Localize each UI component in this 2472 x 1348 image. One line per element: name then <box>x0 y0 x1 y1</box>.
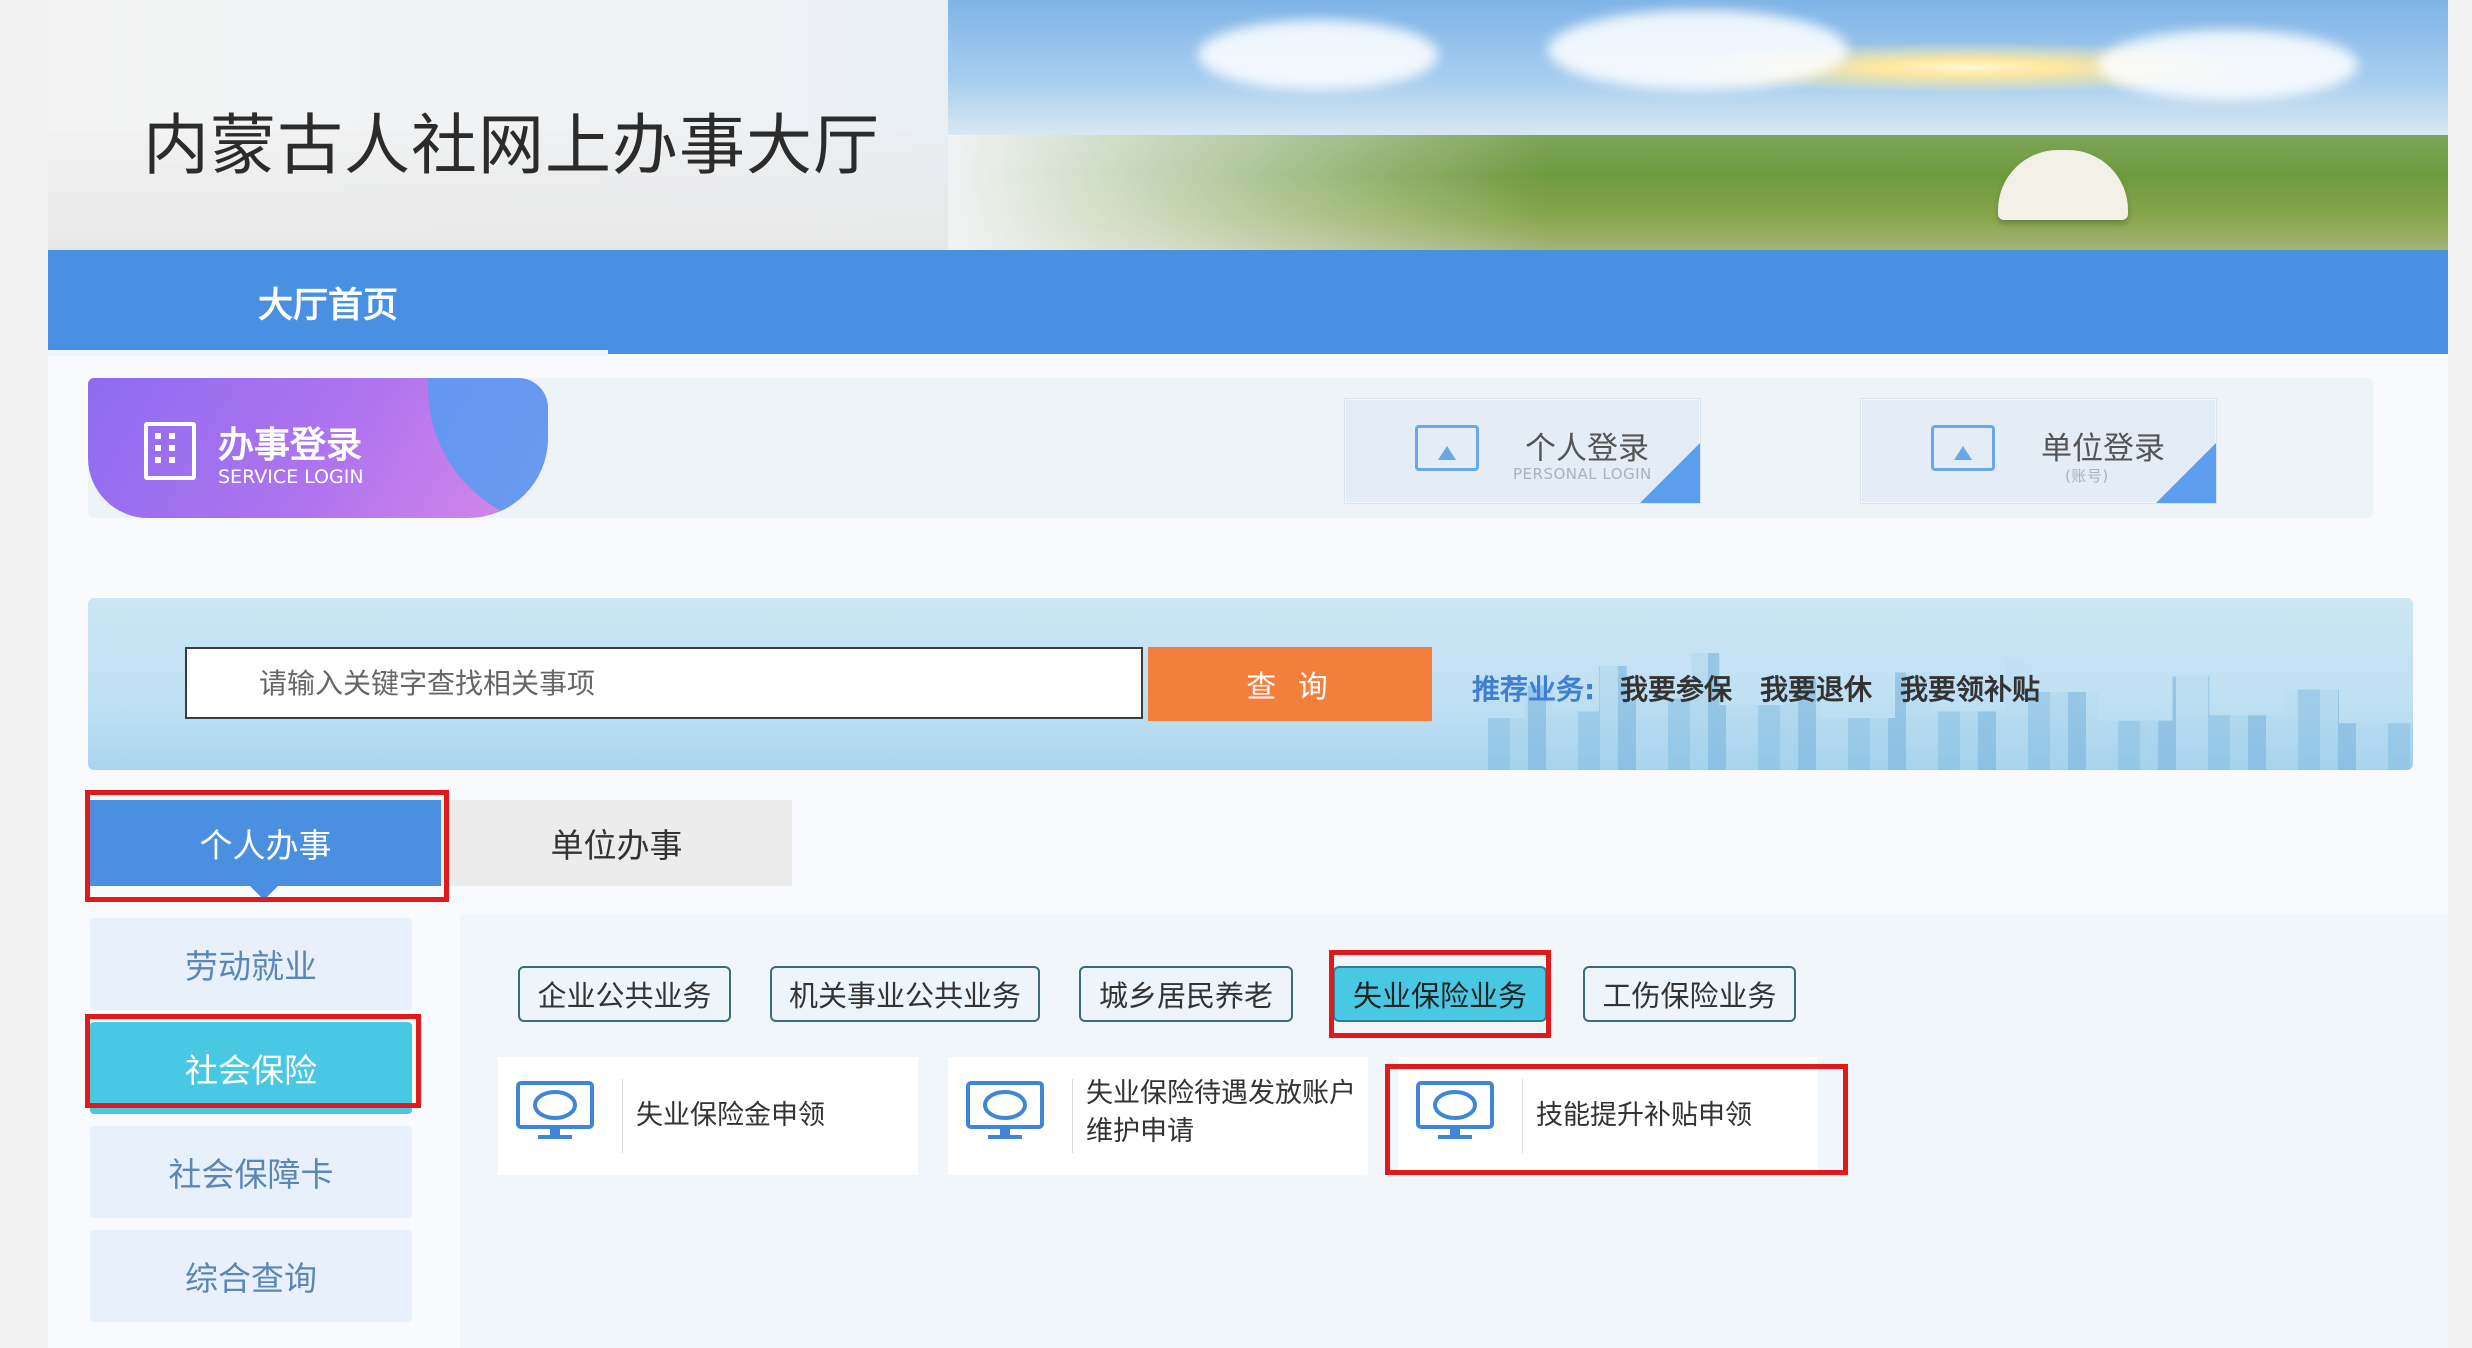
social-insurance-monitor-icon <box>1416 1081 1494 1139</box>
search-button[interactable]: 查 询 <box>1148 647 1432 721</box>
recommend-link-retire[interactable]: 我要退休 <box>1760 668 1872 708</box>
page: 内蒙古人社网上办事大厅 大厅首页 办事登录 SERVICE LOGIN 个人登录… <box>48 0 2448 1348</box>
social-insurance-monitor-icon <box>516 1081 594 1139</box>
side-menu-labor-employment[interactable]: 劳动就业 <box>90 918 412 1010</box>
tab-unit-label: 单位办事 <box>550 826 683 865</box>
category-unemployment-insurance[interactable]: 失业保险业务 <box>1333 966 1547 1022</box>
social-insurance-monitor-icon <box>966 1081 1044 1139</box>
tab-personal-affairs[interactable]: 个人办事 <box>90 800 441 900</box>
building-icon <box>144 422 196 480</box>
recommend-link-enroll[interactable]: 我要参保 <box>1620 668 1732 708</box>
personal-login-button[interactable]: 个人登录 PERSONAL LOGIN <box>1344 398 1701 504</box>
service-label-line1: 失业保险待遇发放账户 <box>1086 1078 1356 1109</box>
side-menu-social-insurance[interactable]: 社会保险 <box>90 1022 412 1114</box>
service-unemployment-account-maintenance[interactable]: 失业保险待遇发放账户 维护申请 <box>948 1057 1368 1175</box>
category-enterprise-public[interactable]: 企业公共业务 <box>518 966 731 1022</box>
personal-login-sub: PERSONAL LOGIN <box>1513 465 1652 483</box>
category-urban-rural-pension[interactable]: 城乡居民养老 <box>1079 966 1293 1022</box>
recommend-link-subsidy[interactable]: 我要领补贴 <box>1900 668 2040 708</box>
header-banner: 内蒙古人社网上办事大厅 <box>48 0 2448 250</box>
service-skill-upgrade-subsidy[interactable]: 技能提升补贴申领 <box>1398 1057 1818 1175</box>
category-institution-public[interactable]: 机关事业公共业务 <box>770 966 1040 1022</box>
nav-active-underline <box>48 350 608 356</box>
service-label-line2: 维护申请 <box>1086 1116 1194 1147</box>
tab-personal-label: 个人办事 <box>199 826 332 865</box>
unit-login-label: 单位登录 <box>2041 431 2165 467</box>
active-tab-arrow <box>250 886 278 900</box>
service-login-subtitle: SERVICE LOGIN <box>218 466 364 488</box>
side-menu-general-query[interactable]: 综合查询 <box>90 1230 412 1322</box>
top-nav: 大厅首页 <box>48 250 2448 356</box>
service-label: 失业保险金申领 <box>636 1100 825 1131</box>
service-label: 失业保险待遇发放账户 维护申请 <box>1086 1075 1356 1151</box>
service-label: 技能提升补贴申领 <box>1536 1100 1752 1131</box>
unit-login-button[interactable]: 单位登录 (账号) <box>1860 398 2217 504</box>
monitor-icon <box>1931 425 1995 471</box>
category-work-injury-insurance[interactable]: 工伤保险业务 <box>1583 966 1796 1022</box>
tab-unit-affairs[interactable]: 单位办事 <box>441 800 792 886</box>
service-login-badge: 办事登录 SERVICE LOGIN <box>88 378 548 518</box>
nav-home-tab[interactable]: 大厅首页 <box>48 250 608 354</box>
site-title: 内蒙古人社网上办事大厅 <box>143 107 880 184</box>
unit-login-sub: (账号) <box>2065 467 2109 485</box>
service-login-title: 办事登录 <box>218 425 363 466</box>
side-menu-social-security-card[interactable]: 社会保障卡 <box>90 1126 412 1218</box>
search-input[interactable] <box>185 647 1143 719</box>
service-unemployment-benefit[interactable]: 失业保险金申领 <box>498 1057 918 1175</box>
personal-login-label: 个人登录 <box>1525 431 1649 467</box>
recommend-label: 推荐业务: <box>1472 673 1596 706</box>
monitor-icon <box>1415 425 1479 471</box>
